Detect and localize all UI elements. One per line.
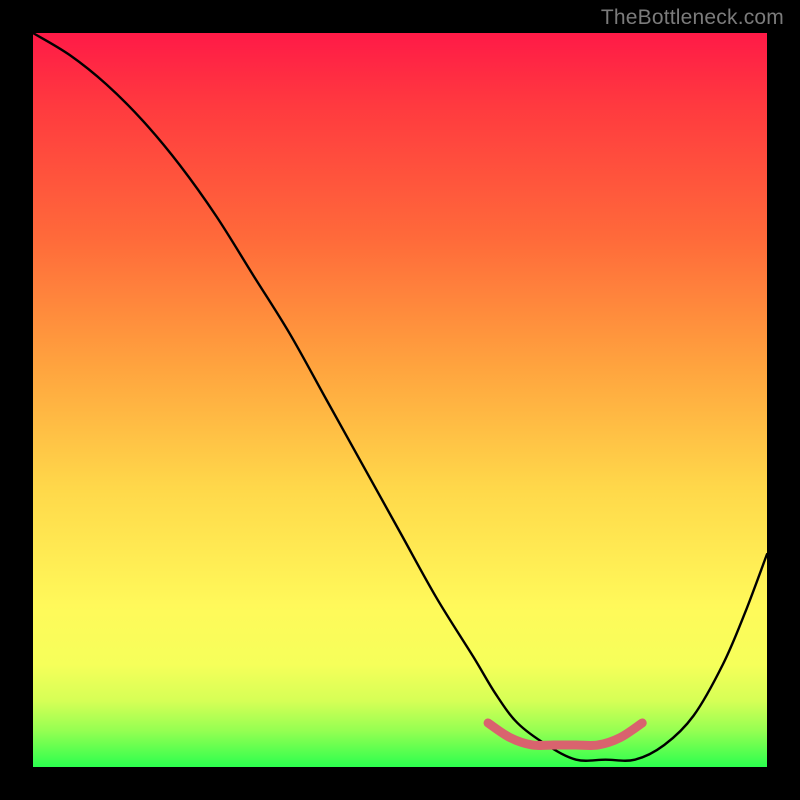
chart-svg [33, 33, 767, 767]
bottleneck-curve-path [33, 33, 767, 761]
optimal-range-path [488, 723, 642, 746]
watermark-text: TheBottleneck.com [601, 6, 784, 30]
chart-frame: TheBottleneck.com [0, 0, 800, 800]
plot-area [33, 33, 767, 767]
